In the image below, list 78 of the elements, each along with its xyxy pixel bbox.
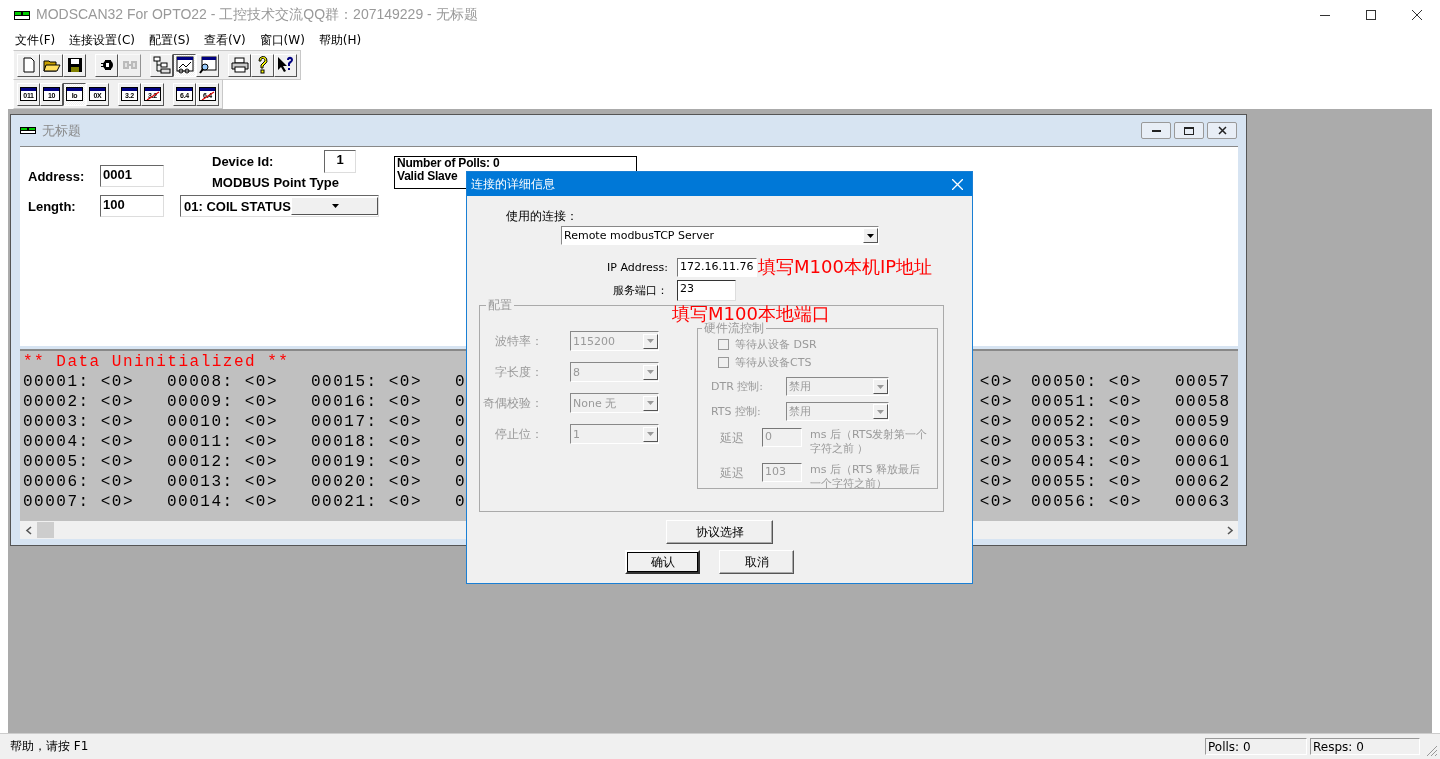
- coil-value: 00017: <0>: [311, 412, 422, 432]
- ip-address-label: IP Address:: [606, 260, 669, 274]
- coil-value: 00009: <0>: [167, 392, 278, 412]
- coil-value: 00001: <0>: [23, 372, 134, 392]
- coil-value: 00019: <0>: [311, 452, 422, 472]
- coil-value: <0>: [979, 412, 1013, 432]
- coil-value: <0>: [979, 472, 1013, 492]
- coil-value: 00013: <0>: [167, 472, 278, 492]
- coil-value: 0: [455, 372, 467, 392]
- coil-value: 00003: <0>: [23, 412, 134, 432]
- dialog-title: 连接的详细信息: [471, 175, 556, 193]
- delay-note: ms 后（RTS发射第一个字符之前 ）: [810, 428, 929, 456]
- coil-value: 00061: [1175, 452, 1231, 472]
- coil-value: 00004: <0>: [23, 432, 134, 452]
- coil-value: 00011: <0>: [167, 432, 278, 452]
- coil-value: 00059: [1175, 412, 1231, 432]
- connection-label: 使用的连接：: [506, 208, 579, 224]
- coil-value: 00063: [1175, 492, 1231, 512]
- coil-value: 0: [455, 472, 467, 492]
- coil-value: 00012: <0>: [167, 452, 278, 472]
- coil-value: 00005: <0>: [23, 452, 134, 472]
- coil-value: 00055: <0>: [1031, 472, 1142, 492]
- group-title: 配置: [486, 298, 514, 312]
- coil-value: 00002: <0>: [23, 392, 134, 412]
- window-title: MODSCAN32 For OPTO22 - 工控技术交流QQ群：207149229 - 无标题: [36, 6, 479, 24]
- coil-value: 0: [455, 492, 467, 512]
- control-label: DTR 控制:: [710, 379, 765, 394]
- coil-value: <0>: [979, 432, 1013, 452]
- coil-value: 00058: [1175, 392, 1231, 412]
- coil-value: 00052: <0>: [1031, 412, 1142, 432]
- coil-value: <0>: [979, 492, 1013, 512]
- point-type-label: MODBUS Point Type: [211, 175, 340, 190]
- polls-counter: Polls: 0: [1205, 738, 1307, 755]
- delay-label: 延迟: [719, 430, 745, 447]
- checkbox-label: 等待从设备 DSR: [735, 336, 817, 352]
- setting-label: 字长度：: [494, 363, 543, 381]
- coil-value: 00007: <0>: [23, 492, 134, 512]
- coil-value: 00062: [1175, 472, 1231, 492]
- coil-value: 00057: [1175, 372, 1231, 392]
- coil-value: 00054: <0>: [1031, 452, 1142, 472]
- setting-label: 停止位：: [494, 425, 543, 443]
- annotation-text: 填写M100本地端口: [672, 304, 830, 323]
- coil-value: 00008: <0>: [167, 372, 278, 392]
- coil-value: 0: [455, 412, 467, 432]
- port-label: 服务端口：: [612, 283, 669, 298]
- coil-value: 00020: <0>: [311, 472, 422, 492]
- coil-value: <0>: [979, 392, 1013, 412]
- device-id-label: Device Id:: [211, 154, 275, 169]
- status-help-text: 帮助，请按 F1: [10, 738, 90, 755]
- coil-value: 0: [455, 452, 467, 472]
- checkbox-label: 等待从设备CTS: [735, 354, 812, 370]
- coil-value: <0>: [979, 452, 1013, 472]
- coil-value: 00050: <0>: [1031, 372, 1142, 392]
- coil-value: 0: [455, 392, 467, 412]
- poll-stats-text: Valid Slave: [397, 170, 458, 183]
- delay-note: ms 后（RTS 释放最后一个字符之前）: [810, 463, 921, 491]
- coil-value: 00016: <0>: [311, 392, 422, 412]
- coil-value: 00018: <0>: [311, 432, 422, 452]
- coil-value: 00060: [1175, 432, 1231, 452]
- poll-stats-text: Number of Polls: 0: [397, 157, 500, 170]
- setting-label: 波特率：: [494, 332, 543, 350]
- coil-value: <0>: [979, 372, 1013, 392]
- coil-value: 0: [455, 432, 467, 452]
- coil-value: 00021: <0>: [311, 492, 422, 512]
- coil-value: 00015: <0>: [311, 372, 422, 392]
- coil-value: 00010: <0>: [167, 412, 278, 432]
- annotation-text: 填写M100本机IP地址: [758, 255, 933, 279]
- document-title: 无标题: [42, 121, 82, 140]
- coil-value: 00056: <0>: [1031, 492, 1142, 512]
- coil-value: 00014: <0>: [167, 492, 278, 512]
- coil-value: 00006: <0>: [23, 472, 134, 492]
- delay-label: 延迟: [719, 465, 745, 482]
- setting-label: 奇偶校验：: [482, 394, 543, 412]
- control-label: RTS 控制:: [710, 404, 762, 419]
- responses-counter: Resps: 0: [1310, 738, 1420, 755]
- coil-value: 00053: <0>: [1031, 432, 1142, 452]
- data-status-text: ** Data Uninitialized **: [23, 353, 290, 372]
- coil-value: 00051: <0>: [1031, 392, 1142, 412]
